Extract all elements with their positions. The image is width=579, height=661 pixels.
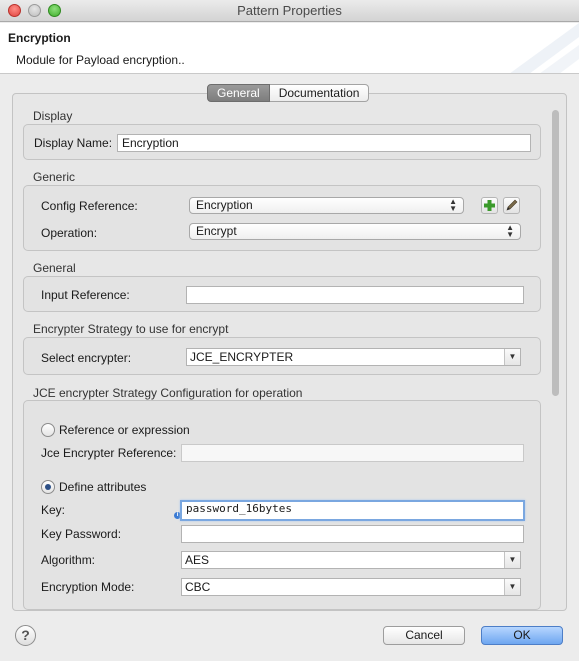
header-description: Module for Payload encryption.. xyxy=(16,53,185,67)
define-attributes-label[interactable]: Define attributes xyxy=(59,480,146,494)
input-reference-input[interactable] xyxy=(186,286,524,304)
display-name-input[interactable]: Encryption xyxy=(117,134,531,152)
display-name-label: Display Name: xyxy=(34,136,113,150)
section-title-jce-config: JCE encrypter Strategy Configuration for… xyxy=(33,386,303,400)
algorithm-label: Algorithm: xyxy=(41,553,96,567)
encryption-mode-value: CBC xyxy=(185,580,211,594)
input-reference-label: Input Reference: xyxy=(41,288,130,302)
window-titlebar: Pattern Properties xyxy=(0,0,579,22)
key-password-label: Key Password: xyxy=(41,527,122,541)
operation-select[interactable]: Encrypt ▲ ▼ xyxy=(189,223,521,240)
add-config-button[interactable] xyxy=(481,197,498,214)
operation-value: Encrypt xyxy=(196,224,237,238)
reference-or-expression-radio[interactable] xyxy=(41,423,55,437)
tab-bar: General Documentation xyxy=(207,84,370,102)
key-password-input[interactable] xyxy=(181,525,524,543)
dialog-header: Encryption Module for Payload encryption… xyxy=(0,23,579,74)
encryption-mode-label: Encryption Mode: xyxy=(41,580,135,594)
operation-label: Operation: xyxy=(41,226,98,240)
algorithm-value: AES xyxy=(185,553,210,567)
config-reference-select[interactable]: Encryption ▲ ▼ xyxy=(189,197,464,214)
key-input[interactable]: password_16bytes xyxy=(180,500,525,521)
algorithm-combo[interactable]: AES ▼ xyxy=(181,551,521,569)
section-title-general: General xyxy=(33,261,76,275)
question-icon[interactable]: ? xyxy=(15,625,36,646)
header-decoration xyxy=(510,23,579,73)
select-encrypter-combo[interactable]: JCE_ENCRYPTER ▼ xyxy=(186,348,521,366)
generic-group xyxy=(23,185,541,251)
edit-config-button[interactable] xyxy=(503,197,520,214)
jce-encrypter-reference-label: Jce Encrypter Reference: xyxy=(41,446,177,460)
ok-button[interactable]: OK xyxy=(481,626,563,645)
encryption-mode-combo[interactable]: CBC ▼ xyxy=(181,578,521,596)
pencil-icon xyxy=(506,199,518,211)
window-title: Pattern Properties xyxy=(237,3,342,18)
section-title-display: Display xyxy=(33,109,73,123)
plus-icon xyxy=(484,200,495,211)
updown-arrows-icon: ▲ ▼ xyxy=(449,197,457,213)
dropdown-arrow-icon[interactable]: ▼ xyxy=(504,349,520,365)
select-encrypter-value: JCE_ENCRYPTER xyxy=(190,350,294,364)
tab-general[interactable]: General xyxy=(207,84,270,102)
section-title-generic: Generic xyxy=(33,170,76,184)
section-title-encrypter-strategy: Encrypter Strategy to use for encrypt xyxy=(33,322,229,336)
config-reference-label: Config Reference: xyxy=(41,199,138,213)
key-label: Key: xyxy=(41,503,66,517)
updown-arrows-icon: ▲ ▼ xyxy=(506,223,514,239)
define-attributes-radio[interactable] xyxy=(41,480,55,494)
header-title: Encryption xyxy=(8,31,71,45)
reference-or-expression-label[interactable]: Reference or expression xyxy=(59,423,190,437)
dropdown-arrow-icon[interactable]: ▼ xyxy=(504,552,520,568)
tab-documentation[interactable]: Documentation xyxy=(269,84,370,102)
jce-encrypter-reference-input[interactable] xyxy=(181,444,524,462)
config-reference-value: Encryption xyxy=(196,198,253,212)
scrollbar-thumb[interactable] xyxy=(552,110,559,396)
select-encrypter-label: Select encrypter: xyxy=(41,351,132,365)
dropdown-arrow-icon[interactable]: ▼ xyxy=(504,579,520,595)
cancel-button[interactable]: Cancel xyxy=(383,626,465,645)
